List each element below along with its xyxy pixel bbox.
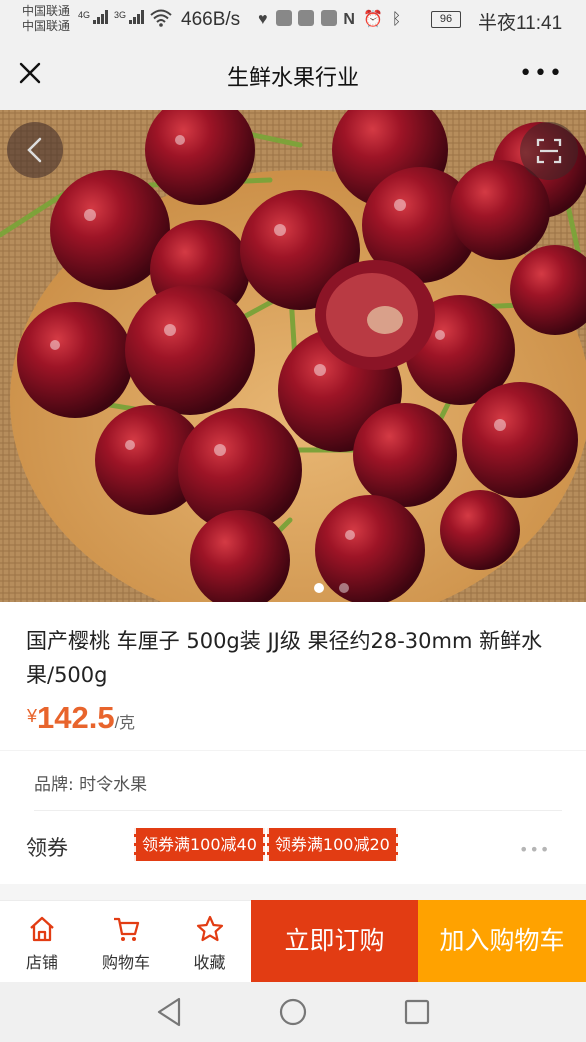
price-value: 142.5	[37, 700, 115, 735]
price-unit: /克	[114, 715, 136, 732]
currency-symbol: ¥	[27, 706, 38, 726]
shop-label: 店铺	[25, 953, 58, 972]
divider	[0, 750, 586, 751]
add-to-cart-button[interactable]: 加入购物车	[418, 900, 586, 982]
notification-icons: ♥ N ⏰ ᛒ	[258, 9, 403, 29]
signal-4g-icon: 4G	[78, 10, 109, 27]
coupon-list: 领券满100减40 领券满100减20	[134, 828, 398, 861]
star-icon	[196, 915, 223, 942]
app-icon	[320, 10, 337, 26]
product-photo	[0, 110, 586, 602]
cart-button[interactable]: 购物车	[84, 901, 168, 983]
system-nav-bar	[0, 982, 586, 1042]
status-bar: 中国联通 中国联通 4G 3G 466B/s ♥ N ⏰ ᛒ 96 半夜11:4…	[0, 0, 586, 40]
coupon-label: 领券	[26, 836, 68, 860]
bluetooth-icon: ᛒ	[391, 11, 404, 28]
product-title: 国产樱桃 车厘子 500g装 JJ级 果径约28-30mm 新鲜水果/500g	[26, 629, 543, 687]
carrier-names: 中国联通 中国联通	[22, 4, 70, 34]
section-gap	[0, 884, 586, 900]
page-title: 生鲜水果行业	[226, 66, 359, 91]
brand-info: 品牌: 时令水果	[34, 775, 148, 795]
chevron-left-icon	[27, 137, 42, 163]
carousel-indicator	[314, 578, 364, 597]
shop-button[interactable]: 店铺	[0, 901, 84, 983]
cart-icon	[114, 917, 140, 941]
more-options-button[interactable]: •••	[519, 63, 564, 85]
gallery-fullscreen-button[interactable]	[520, 122, 578, 180]
app-icon	[298, 10, 315, 26]
carrier-2: 中国联通	[22, 19, 71, 33]
wifi-icon	[150, 9, 172, 30]
carousel-dot[interactable]	[339, 583, 349, 593]
clock: 半夜11:41	[478, 13, 563, 34]
shop-icon	[30, 916, 54, 942]
coupon-more-button[interactable]: •••	[519, 840, 550, 859]
alarm-icon: ⏰	[363, 11, 386, 28]
gallery-back-button[interactable]	[7, 122, 63, 178]
net-speed: 466B/s	[181, 9, 241, 30]
signal-3g-label: 3G	[114, 10, 127, 20]
cart-label: 购物车	[101, 953, 150, 972]
scan-icon	[536, 138, 562, 164]
app-icon	[275, 10, 292, 26]
buy-now-button[interactable]: 立即订购	[251, 900, 418, 982]
signal-3g-icon: 3G	[114, 10, 145, 27]
favorite-label: 收藏	[193, 953, 226, 972]
favorite-button[interactable]: 收藏	[168, 901, 251, 983]
signal-4g-label: 4G	[78, 10, 91, 20]
product-image-carousel[interactable]	[0, 110, 586, 602]
nfc-icon: N	[343, 11, 357, 28]
divider	[34, 810, 562, 811]
carrier-1: 中国联通	[22, 4, 71, 18]
carousel-dot[interactable]	[314, 583, 324, 593]
recents-square-icon[interactable]	[402, 994, 432, 1030]
title-bar: 生鲜水果行业 •••	[0, 40, 586, 110]
heart-rate-icon: ♥	[258, 11, 270, 28]
battery-indicator: 96	[431, 11, 461, 28]
back-triangle-icon[interactable]	[154, 994, 184, 1030]
coupon-button[interactable]: 领券满100减40	[134, 828, 265, 861]
product-price: ¥142.5/克	[27, 700, 135, 736]
coupon-button[interactable]: 领券满100减20	[266, 828, 398, 861]
home-circle-icon[interactable]	[278, 994, 308, 1030]
